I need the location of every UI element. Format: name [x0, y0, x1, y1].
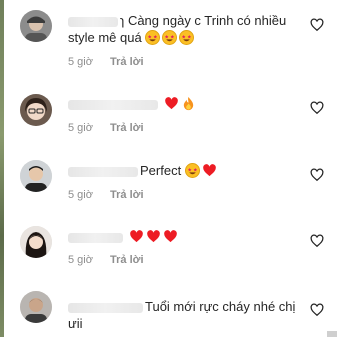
comment-time: 5 giờ — [68, 122, 93, 134]
like-heart-icon[interactable] — [310, 18, 324, 32]
username-blurred[interactable] — [68, 16, 118, 27]
comment-meta: 5 giờ Trả lời — [68, 189, 144, 201]
comment-meta: 5 giờ Trả lời — [68, 254, 144, 266]
username-blurred[interactable] — [68, 166, 138, 177]
comment-time: 5 giờ — [68, 56, 93, 68]
star-struck-emoji — [145, 30, 161, 45]
background-corner — [327, 331, 337, 337]
comment-text: Perfect — [68, 162, 297, 179]
comment-meta: 5 giờ Trả lời — [68, 56, 144, 68]
red-heart-emoji — [202, 163, 217, 178]
comment-meta: 5 giờ Trả lời — [68, 122, 144, 134]
comment-text: ɿ Càng ngày c Trinh có nhiều style mê qu… — [68, 12, 297, 46]
red-heart-emoji — [146, 229, 161, 244]
user-avatar[interactable] — [20, 94, 52, 126]
comment-text — [68, 95, 297, 112]
like-heart-icon[interactable] — [310, 101, 324, 115]
red-heart-emoji — [164, 96, 179, 111]
reply-button[interactable]: Trả lời — [110, 254, 144, 266]
red-heart-emoji — [129, 229, 144, 244]
like-heart-icon[interactable] — [310, 234, 324, 248]
reply-button[interactable]: Trả lời — [110, 56, 144, 68]
star-struck-emoji — [162, 30, 178, 45]
background-edge — [0, 0, 4, 337]
user-avatar[interactable] — [20, 291, 52, 323]
star-struck-emoji — [179, 30, 195, 45]
fire-emoji — [181, 96, 196, 111]
username-blurred[interactable] — [68, 232, 123, 243]
reply-button[interactable]: Trả lời — [110, 122, 144, 134]
comment-time: 5 giờ — [68, 254, 93, 266]
user-avatar[interactable] — [20, 226, 52, 258]
star-struck-emoji — [184, 163, 200, 178]
username-blurred[interactable] — [68, 99, 158, 110]
comment-message: Perfect — [140, 163, 182, 178]
reply-button[interactable]: Trả lời — [110, 189, 144, 201]
like-heart-icon[interactable] — [310, 168, 324, 182]
like-heart-icon[interactable] — [310, 303, 324, 317]
username-blurred[interactable] — [68, 302, 143, 313]
user-avatar[interactable] — [20, 160, 52, 192]
comment-text: Tuổi mới rực cháy nhé chị ưii — [68, 298, 297, 332]
comment-time: 5 giờ — [68, 189, 93, 201]
comment-text — [68, 228, 297, 245]
user-avatar[interactable] — [20, 10, 52, 42]
red-heart-emoji — [163, 229, 178, 244]
